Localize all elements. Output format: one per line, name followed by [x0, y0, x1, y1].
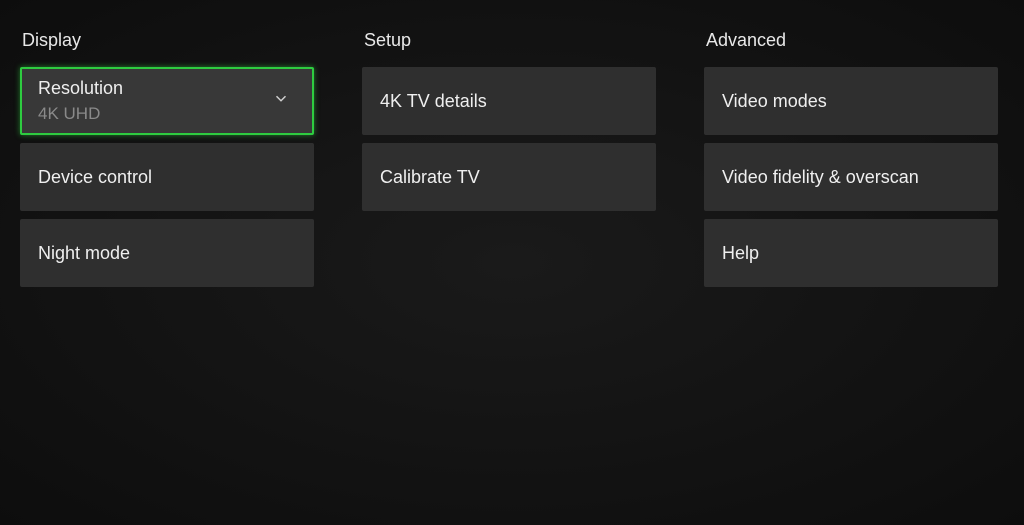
video-modes-tile[interactable]: Video modes [704, 67, 998, 135]
settings-columns: Display Resolution 4K UHD Device control… [20, 30, 1004, 295]
display-header: Display [20, 30, 314, 51]
resolution-stack: Resolution 4K UHD [38, 77, 123, 124]
night-mode-tile[interactable]: Night mode [20, 219, 314, 287]
video-fidelity-tile[interactable]: Video fidelity & overscan [704, 143, 998, 211]
device-control-label: Device control [38, 167, 152, 188]
resolution-tile[interactable]: Resolution 4K UHD [20, 67, 314, 135]
video-modes-label: Video modes [722, 91, 827, 112]
resolution-value: 4K UHD [38, 103, 123, 125]
tv-details-label: 4K TV details [380, 91, 487, 112]
tv-details-tile[interactable]: 4K TV details [362, 67, 656, 135]
help-tile[interactable]: Help [704, 219, 998, 287]
chevron-down-icon [272, 90, 290, 113]
resolution-label: Resolution [38, 77, 123, 100]
calibrate-tv-label: Calibrate TV [380, 167, 480, 188]
night-mode-label: Night mode [38, 243, 130, 264]
video-fidelity-label: Video fidelity & overscan [722, 167, 919, 188]
advanced-header: Advanced [704, 30, 998, 51]
advanced-column: Advanced Video modes Video fidelity & ov… [704, 30, 998, 295]
help-label: Help [722, 243, 759, 264]
display-column: Display Resolution 4K UHD Device control… [20, 30, 314, 295]
setup-header: Setup [362, 30, 656, 51]
device-control-tile[interactable]: Device control [20, 143, 314, 211]
setup-column: Setup 4K TV details Calibrate TV [362, 30, 656, 295]
calibrate-tv-tile[interactable]: Calibrate TV [362, 143, 656, 211]
